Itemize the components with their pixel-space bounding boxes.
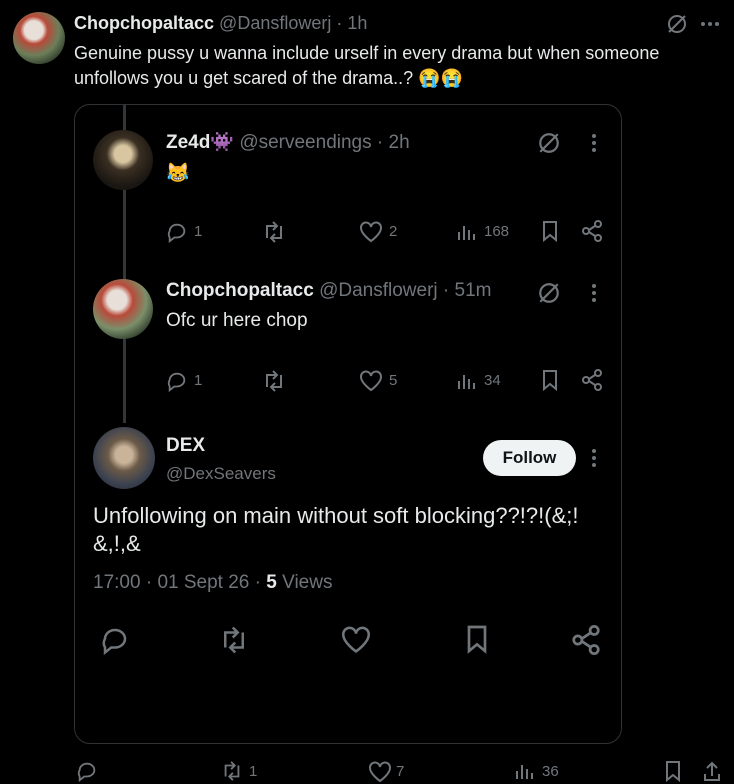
reply-text: 😹	[166, 163, 190, 184]
share-icon[interactable]	[581, 369, 603, 391]
follow-button[interactable]: Follow	[483, 440, 576, 476]
author-name[interactable]: Ze4d	[166, 132, 210, 153]
reply-count: 1	[194, 223, 203, 240]
author-name[interactable]: DEX	[166, 435, 205, 457]
more-options-icon[interactable]	[700, 20, 720, 28]
more-options-icon[interactable]	[591, 133, 597, 153]
reply-icon[interactable]	[100, 625, 130, 655]
post-date[interactable]: 01 Sept 26	[157, 572, 249, 593]
grok-icon[interactable]	[537, 281, 561, 305]
repost-icon[interactable]	[219, 760, 245, 782]
reply-icon[interactable]	[166, 221, 188, 243]
repost-icon[interactable]	[261, 220, 287, 244]
avatar[interactable]	[93, 427, 155, 489]
reply-icon[interactable]	[166, 370, 188, 392]
author-name[interactable]: Chopchopaltacc	[74, 13, 214, 33]
reply-count: 1	[194, 372, 203, 389]
author-handle[interactable]: @Dansflowerj	[319, 280, 438, 301]
bookmark-icon[interactable]	[664, 760, 682, 782]
like-icon[interactable]	[359, 221, 383, 243]
repost-icon[interactable]	[261, 369, 287, 393]
repost-icon[interactable]	[217, 625, 251, 655]
post-meta: 17:00 · 01 Sept 26 · 5 Views	[93, 572, 332, 594]
avatar[interactable]	[93, 130, 153, 190]
like-icon[interactable]	[368, 761, 392, 783]
grok-icon[interactable]	[537, 131, 561, 155]
post-header: Chopchopaltacc @Dansflowerj · 1h	[74, 13, 367, 34]
dot-separator: ·	[145, 572, 153, 593]
views-count: 34	[484, 372, 501, 389]
alien-emoji: 👾	[210, 132, 235, 153]
reply-header: Chopchopaltacc @Dansflowerj · 51m	[166, 280, 492, 302]
views-count: 5	[266, 572, 277, 593]
dot-separator: ·	[376, 132, 384, 153]
views-count: 168	[484, 223, 510, 240]
post-text: Genuine pussy u wanna include urself in …	[74, 41, 714, 91]
post-time[interactable]: 17:00	[93, 572, 141, 593]
like-icon[interactable]	[359, 370, 383, 392]
more-options-icon[interactable]	[591, 448, 597, 468]
post-time[interactable]: 2h	[389, 132, 410, 153]
repost-count: 1	[249, 763, 258, 780]
more-options-icon[interactable]	[591, 283, 597, 303]
like-count: 2	[389, 223, 398, 240]
post-time[interactable]: 1h	[347, 13, 367, 33]
post-text-line: Unfollowing on main without soft blockin…	[93, 503, 579, 528]
post-text-line: &,!,&	[93, 531, 141, 556]
bookmark-icon[interactable]	[541, 369, 559, 391]
views-icon[interactable]	[457, 371, 477, 391]
views-count: 36	[542, 763, 559, 780]
dot-separator: ·	[336, 13, 343, 33]
share-icon[interactable]	[581, 220, 603, 242]
grok-icon[interactable]	[666, 13, 688, 35]
reply-icon[interactable]	[76, 760, 98, 782]
like-count: 7	[396, 763, 405, 780]
post-text-line: unfollows you u get scared of the drama.…	[74, 68, 464, 88]
share-icon[interactable]	[571, 625, 601, 655]
post-text-line: Genuine pussy u wanna include urself in …	[74, 43, 660, 63]
views-icon[interactable]	[457, 222, 477, 242]
like-count: 5	[389, 372, 398, 389]
dot-separator: ·	[442, 280, 450, 301]
dot-separator: ·	[254, 572, 261, 593]
post-time[interactable]: 51m	[455, 280, 492, 301]
like-icon[interactable]	[340, 626, 372, 654]
views-label: Views	[282, 572, 333, 593]
views-icon[interactable]	[515, 761, 535, 781]
reply-text: Ofc ur here chop	[166, 310, 308, 331]
main-post-text: Unfollowing on main without soft blockin…	[93, 502, 613, 558]
reply-header: Ze4d👾 @serveendings · 2h	[166, 130, 410, 154]
quoted-thread-card[interactable]: Ze4d👾 @serveendings · 2h 😹 1 2 168 Chopc…	[74, 104, 622, 744]
author-handle[interactable]: @Dansflowerj	[219, 13, 331, 33]
bookmark-icon[interactable]	[465, 624, 489, 654]
avatar[interactable]	[93, 279, 153, 339]
author-handle[interactable]: @DexSeavers	[166, 464, 276, 484]
author-name[interactable]: Chopchopaltacc	[166, 280, 314, 301]
avatar[interactable]	[13, 12, 65, 64]
share-icon[interactable]	[702, 760, 722, 782]
bookmark-icon[interactable]	[541, 220, 559, 242]
author-handle[interactable]: @serveendings	[239, 132, 371, 153]
